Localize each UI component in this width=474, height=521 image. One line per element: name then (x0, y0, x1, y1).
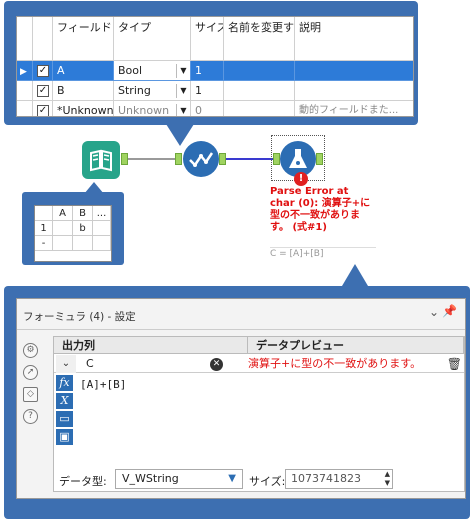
trash-icon[interactable]: 🗑 (447, 357, 462, 371)
cell-b (73, 236, 93, 251)
field-description[interactable] (295, 81, 413, 101)
field-size[interactable]: 1 (191, 81, 224, 101)
select-tool[interactable] (183, 141, 219, 177)
table-header: フィールド タイプ サイズ 名前を変更する 説明 (17, 17, 413, 61)
output-column-field[interactable]: C (80, 355, 230, 373)
output-anchor[interactable] (219, 153, 226, 165)
browse-preview-table: A B ... 1 b - (34, 205, 112, 262)
cell-b: b (73, 221, 93, 236)
header-description[interactable]: 説明 (295, 17, 413, 61)
type-value: String (118, 84, 151, 97)
input-data-tool[interactable] (82, 141, 120, 179)
error-icon: ! (294, 172, 308, 186)
type-value: Bool (118, 64, 143, 77)
datatype-label: データ型: (59, 475, 107, 488)
field-selection-table: フィールド タイプ サイズ 名前を変更する 説明 ▶ ✓ A Bool ▼ 1 ✓… (16, 16, 414, 117)
open-folder-icon[interactable]: ▭ (56, 411, 73, 427)
size-label: サイズ: (249, 475, 286, 488)
header-more: ... (93, 206, 111, 221)
header-b: B (73, 206, 93, 221)
dropdown-arrow-icon[interactable]: ▼ (176, 104, 190, 116)
config-callout-pointer (342, 264, 368, 286)
header-a: A (53, 206, 73, 221)
chevron-down-icon[interactable]: ⌄ (429, 305, 439, 319)
column-preview-header: データプレビュー (248, 337, 464, 354)
dropdown-arrow-icon[interactable]: ▼ (176, 64, 190, 78)
type-select[interactable]: Bool ▼ (114, 61, 191, 81)
size-input[interactable]: 1073741823 ▲ ▼ (285, 469, 393, 489)
datatype-select[interactable]: V_WString ▼ (115, 469, 243, 489)
expression-toolbar: fx X ▭ ▣ (54, 375, 74, 450)
field-name[interactable]: B (53, 81, 114, 101)
data-preview-value: 演算子+に型の不一致があります。 (248, 357, 422, 370)
error-message: Parse Error at char (0): 演算子+に型の不一致があります… (270, 186, 371, 233)
expression-editor[interactable]: [A]+[B] (80, 378, 126, 391)
field-name[interactable]: *Unknown (53, 101, 114, 116)
field-size[interactable]: 0 (191, 101, 224, 116)
pin-icon[interactable]: 📌 (442, 304, 457, 318)
book-icon (90, 149, 112, 172)
table-row[interactable]: ✓ B String ▼ 1 (17, 81, 413, 101)
panel-divider (17, 329, 465, 330)
size-value: 1073741823 (291, 472, 361, 485)
input-anchor[interactable] (273, 153, 280, 165)
field-description[interactable] (295, 61, 413, 81)
field-name[interactable]: A (53, 61, 114, 81)
help-icon[interactable]: ? (23, 409, 38, 424)
function-icon[interactable]: fx (56, 375, 73, 391)
input-anchor[interactable] (175, 153, 182, 165)
cell-a (53, 221, 73, 236)
field-description[interactable]: 動的フィールドまた... (295, 101, 413, 116)
config-side-toolbar: ⚙ ➚ ◇ ? (21, 343, 39, 458)
tag-icon[interactable]: ◇ (23, 387, 38, 402)
error-formula: C = [A]+[B] (270, 247, 376, 259)
header-rename[interactable]: 名前を変更する (224, 17, 295, 61)
field-rename[interactable] (224, 61, 295, 81)
dropdown-arrow-icon[interactable]: ▼ (176, 84, 190, 98)
formula-config-panel: フォーミュラ (4) - 設定 ⌄ 📌 ⚙ ➚ ◇ ? 出力列 データプレビュー… (16, 298, 466, 499)
datatype-bar: データ型: V_WString ▼ サイズ: 1073741823 ▲ ▼ (53, 469, 465, 491)
output-anchor[interactable] (316, 153, 323, 165)
header-type[interactable]: タイプ (114, 17, 191, 61)
type-select[interactable]: Unknown ▼ (114, 101, 191, 117)
header-size[interactable]: サイズ (191, 17, 224, 61)
gear-icon[interactable]: ⚙ (23, 343, 38, 358)
save-icon[interactable]: ▣ (56, 429, 73, 445)
variable-icon[interactable]: X (56, 393, 73, 409)
datatype-value: V_WString (122, 472, 179, 485)
header-field[interactable]: フィールド (53, 17, 114, 61)
check-path-icon (189, 152, 214, 167)
field-checkbox[interactable]: ✓ (37, 85, 49, 97)
panel-title: フォーミュラ (4) - 設定 (23, 311, 136, 323)
connection-line (224, 158, 277, 160)
field-checkbox[interactable]: ✓ (37, 105, 49, 116)
close-icon[interactable]: ✕ (210, 358, 223, 371)
expression-row[interactable]: ⌄ C ✕ 演算子+に型の不一致があります。 🗑 (54, 355, 464, 373)
table-row[interactable]: ▶ ✓ A Bool ▼ 1 (17, 61, 413, 81)
row-indicator-icon: ▶ (17, 61, 33, 81)
arrow-icon[interactable]: ➚ (23, 365, 38, 380)
field-rename[interactable] (224, 81, 295, 101)
dropdown-arrow-icon[interactable]: ▼ (228, 470, 236, 488)
cell-a (53, 236, 73, 251)
output-anchor[interactable] (121, 153, 128, 165)
spinner-icon[interactable]: ▲ ▼ (385, 470, 390, 488)
row-index: 1 (35, 221, 53, 236)
connection-line (124, 158, 180, 160)
field-checkbox[interactable]: ✓ (37, 65, 49, 77)
field-size[interactable]: 1 (191, 61, 224, 81)
type-select[interactable]: String ▼ (114, 81, 191, 101)
table-row[interactable]: ✓ *Unknown Unknown ▼ 0 動的フィールドまた... (17, 101, 413, 117)
row-index: - (35, 236, 53, 251)
field-rename[interactable] (224, 101, 295, 116)
type-value: Unknown (118, 104, 170, 117)
column-output-header: 出力列 (54, 337, 248, 354)
chevron-down-icon[interactable]: ⌄ (56, 355, 76, 373)
